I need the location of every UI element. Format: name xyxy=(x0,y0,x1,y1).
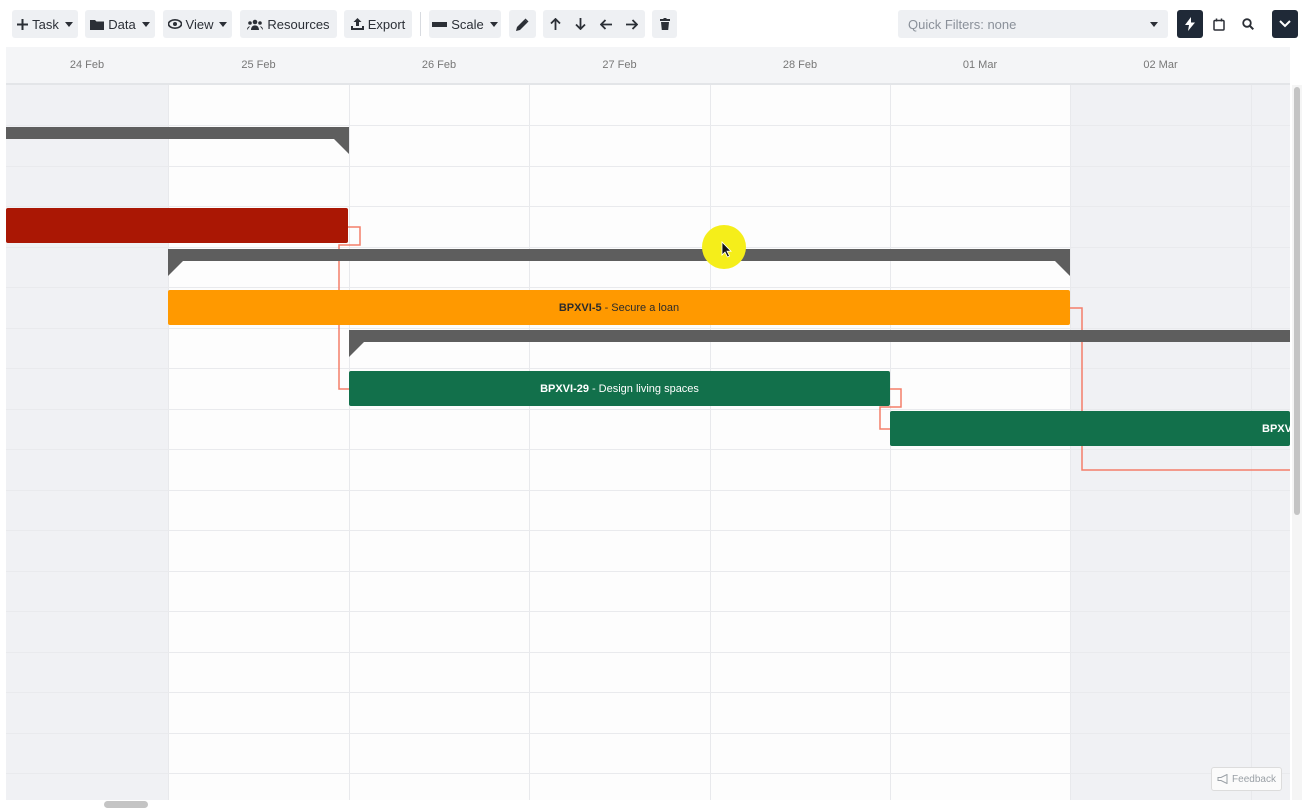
scale-menu-label: Scale xyxy=(451,16,484,32)
megaphone-icon xyxy=(1217,774,1228,784)
export-label: Export xyxy=(367,16,406,32)
caret-down-icon xyxy=(219,21,228,27)
lightning-icon xyxy=(1185,17,1195,31)
toolbar: Task Data View Resources Export Scale Qu… xyxy=(0,0,1306,47)
ruler-icon xyxy=(432,21,448,27)
data-menu-label: Data xyxy=(108,16,136,32)
resources-label: Resources xyxy=(267,16,330,32)
pencil-icon xyxy=(516,18,529,31)
summary-bar-start xyxy=(349,341,365,357)
plus-icon xyxy=(17,18,29,30)
quick-filters-select[interactable]: Quick Filters: none xyxy=(898,10,1168,38)
more-options-button[interactable] xyxy=(1272,10,1298,38)
task-id: BPXV xyxy=(1262,422,1290,435)
summary-bar-end xyxy=(1054,260,1070,276)
eye-icon xyxy=(167,19,182,29)
view-menu-button[interactable]: View xyxy=(163,10,232,38)
delete-button[interactable] xyxy=(652,10,677,38)
caret-down-icon xyxy=(489,21,498,27)
scale-menu-button[interactable]: Scale xyxy=(429,10,501,38)
view-menu-label: View xyxy=(185,16,214,32)
upload-icon xyxy=(350,18,364,30)
trash-icon xyxy=(659,18,670,30)
summary-bar[interactable] xyxy=(6,127,349,139)
summary-bar[interactable] xyxy=(168,249,1070,261)
day-label: 26 Feb xyxy=(421,59,457,71)
task-id: BPXVI-29 xyxy=(540,382,589,395)
task-bar-blocked[interactable] xyxy=(6,208,348,243)
data-menu-button[interactable]: Data xyxy=(85,10,155,38)
move-buttons-group xyxy=(543,10,645,38)
edit-button[interactable] xyxy=(509,10,536,38)
day-label: 28 Feb xyxy=(782,59,818,71)
timeline-body[interactable]: BPXVI-5- Secure a loan BPXVI-29- Design li… xyxy=(6,85,1290,800)
caret-down-icon xyxy=(64,21,73,27)
mouse-cursor-icon xyxy=(721,241,732,258)
task-menu-button[interactable]: Task xyxy=(12,10,78,38)
task-bar-bpxv[interactable]: BPXV xyxy=(890,411,1290,446)
quick-filters-value: Quick Filters: none xyxy=(908,16,1017,32)
feedback-label: Feedback xyxy=(1232,773,1276,785)
search-icon xyxy=(1242,18,1254,30)
caret-down-icon xyxy=(1150,22,1158,27)
day-label: 02 Mar xyxy=(1143,59,1178,71)
arrow-right-icon[interactable] xyxy=(626,18,638,30)
task-title: Design living spaces xyxy=(598,382,699,395)
task-menu-label: Task xyxy=(32,16,59,32)
task-bar-bpxvi-29[interactable]: BPXVI-29- Design living spaces xyxy=(349,371,890,406)
export-button[interactable]: Export xyxy=(344,10,412,38)
caret-down-icon xyxy=(141,21,150,27)
day-label: 25 Feb xyxy=(241,59,276,71)
arrow-down-icon[interactable] xyxy=(575,18,586,30)
task-title: Secure a loan xyxy=(611,301,680,314)
critical-path-toggle[interactable] xyxy=(1177,10,1203,38)
folder-icon xyxy=(90,19,105,30)
vertical-scrollbar-thumb[interactable] xyxy=(1294,87,1300,515)
task-id: BPXVI-5 xyxy=(558,301,602,314)
arrow-up-icon[interactable] xyxy=(550,18,561,30)
summary-bar-end xyxy=(333,138,349,154)
day-label: 24 Feb xyxy=(69,59,105,71)
resources-button[interactable]: Resources xyxy=(240,10,337,38)
calendar-icon xyxy=(1213,18,1225,31)
horizontal-scrollbar-thumb[interactable] xyxy=(104,801,148,808)
users-icon xyxy=(247,19,264,30)
day-label: 27 Feb xyxy=(602,59,637,71)
day-label: 01 Mar xyxy=(962,59,998,71)
arrow-left-icon[interactable] xyxy=(600,18,612,30)
timeline-header: 24 Feb 25 Feb 26 Feb 27 Feb 28 Feb 01 Ma… xyxy=(6,47,1290,85)
gantt-chart: 24 Feb 25 Feb 26 Feb 27 Feb 28 Feb 01 Ma… xyxy=(0,47,1306,810)
calendar-button[interactable] xyxy=(1206,10,1232,38)
toolbar-divider xyxy=(420,12,421,36)
chevron-down-icon xyxy=(1279,20,1291,28)
search-button[interactable] xyxy=(1235,10,1261,38)
summary-bar[interactable] xyxy=(349,330,1290,342)
summary-bar-start xyxy=(168,260,184,276)
feedback-button[interactable]: Feedback xyxy=(1211,767,1282,791)
task-bar-bpxvi-5[interactable]: BPXVI-5- Secure a loan xyxy=(168,290,1070,325)
